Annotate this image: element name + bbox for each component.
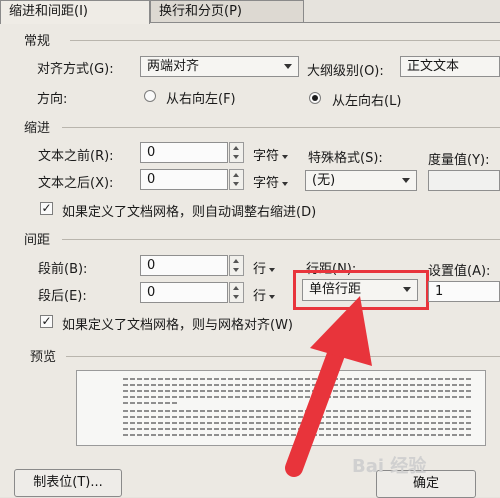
tab-indent-spacing[interactable]: 缩进和间距(I) [0, 0, 150, 24]
general-section-title: 常规 [24, 34, 51, 49]
indent-before-input[interactable]: 0 [140, 142, 228, 163]
rtl-radio[interactable] [144, 90, 156, 102]
alignment-select[interactable]: 两端对齐 [140, 56, 299, 77]
special-format-select[interactable]: (无) [305, 170, 417, 191]
indent-after-label: 文本之后(X): [38, 176, 114, 191]
indent-before-spinner[interactable] [229, 142, 244, 163]
ltr-label: 从左向右(L) [332, 94, 402, 109]
indent-before-unit[interactable]: 字符 [253, 145, 289, 164]
tab-line-page-break[interactable]: 换行和分页(P) [150, 0, 304, 22]
measure-label: 度量值(Y): [428, 153, 490, 168]
preview-section-title: 预览 [30, 350, 57, 365]
indent-divider [62, 127, 500, 128]
spacing-divider [62, 239, 500, 240]
special-format-label: 特殊格式(S): [308, 151, 383, 166]
alignment-value: 两端对齐 [147, 59, 200, 74]
alignment-label: 对齐方式(G): [37, 62, 114, 77]
special-format-value: (无) [312, 173, 336, 188]
indent-after-unit[interactable]: 字符 [253, 172, 289, 191]
ltr-radio[interactable] [309, 92, 321, 104]
rtl-label: 从右向左(F) [166, 92, 236, 107]
general-divider [70, 40, 500, 41]
chevron-down-icon [403, 287, 411, 292]
indent-section-title: 缩进 [24, 121, 51, 136]
chevron-down-icon [402, 178, 410, 183]
indent-after-spinner[interactable] [229, 169, 244, 190]
outline-level-select[interactable]: 正文文本 [400, 56, 500, 77]
indent-before-label: 文本之前(R): [38, 149, 114, 164]
set-value-label: 设置值(A): [428, 264, 491, 279]
snap-grid-label: 如果定义了文档网格，则与网格对齐(W) [62, 318, 293, 333]
space-after-label: 段后(E): [38, 289, 87, 304]
snap-grid-checkbox[interactable]: ✓ [40, 315, 53, 328]
measure-input[interactable] [428, 170, 500, 191]
indent-after-input[interactable]: 0 [140, 169, 228, 190]
space-before-input[interactable]: 0 [140, 255, 228, 276]
outline-level-value: 正文文本 [407, 59, 460, 74]
spacing-section-title: 间距 [24, 233, 51, 248]
watermark: Bai 经验 [352, 456, 427, 477]
outline-level-label: 大纲级别(O): [307, 64, 384, 79]
space-after-spinner[interactable] [229, 282, 244, 303]
space-before-unit[interactable]: 行 [253, 258, 276, 277]
auto-adjust-checkbox[interactable]: ✓ [40, 202, 53, 215]
space-after-input[interactable]: 0 [140, 282, 228, 303]
space-before-spinner[interactable] [229, 255, 244, 276]
direction-label: 方向: [37, 92, 68, 107]
auto-adjust-label: 如果定义了文档网格，则自动调整右缩进(D) [62, 205, 317, 220]
chevron-down-icon [284, 64, 292, 69]
set-value-input[interactable]: 1 [428, 281, 500, 302]
space-before-label: 段前(B): [38, 262, 88, 277]
tabs-button[interactable]: 制表位(T)... [14, 469, 122, 497]
